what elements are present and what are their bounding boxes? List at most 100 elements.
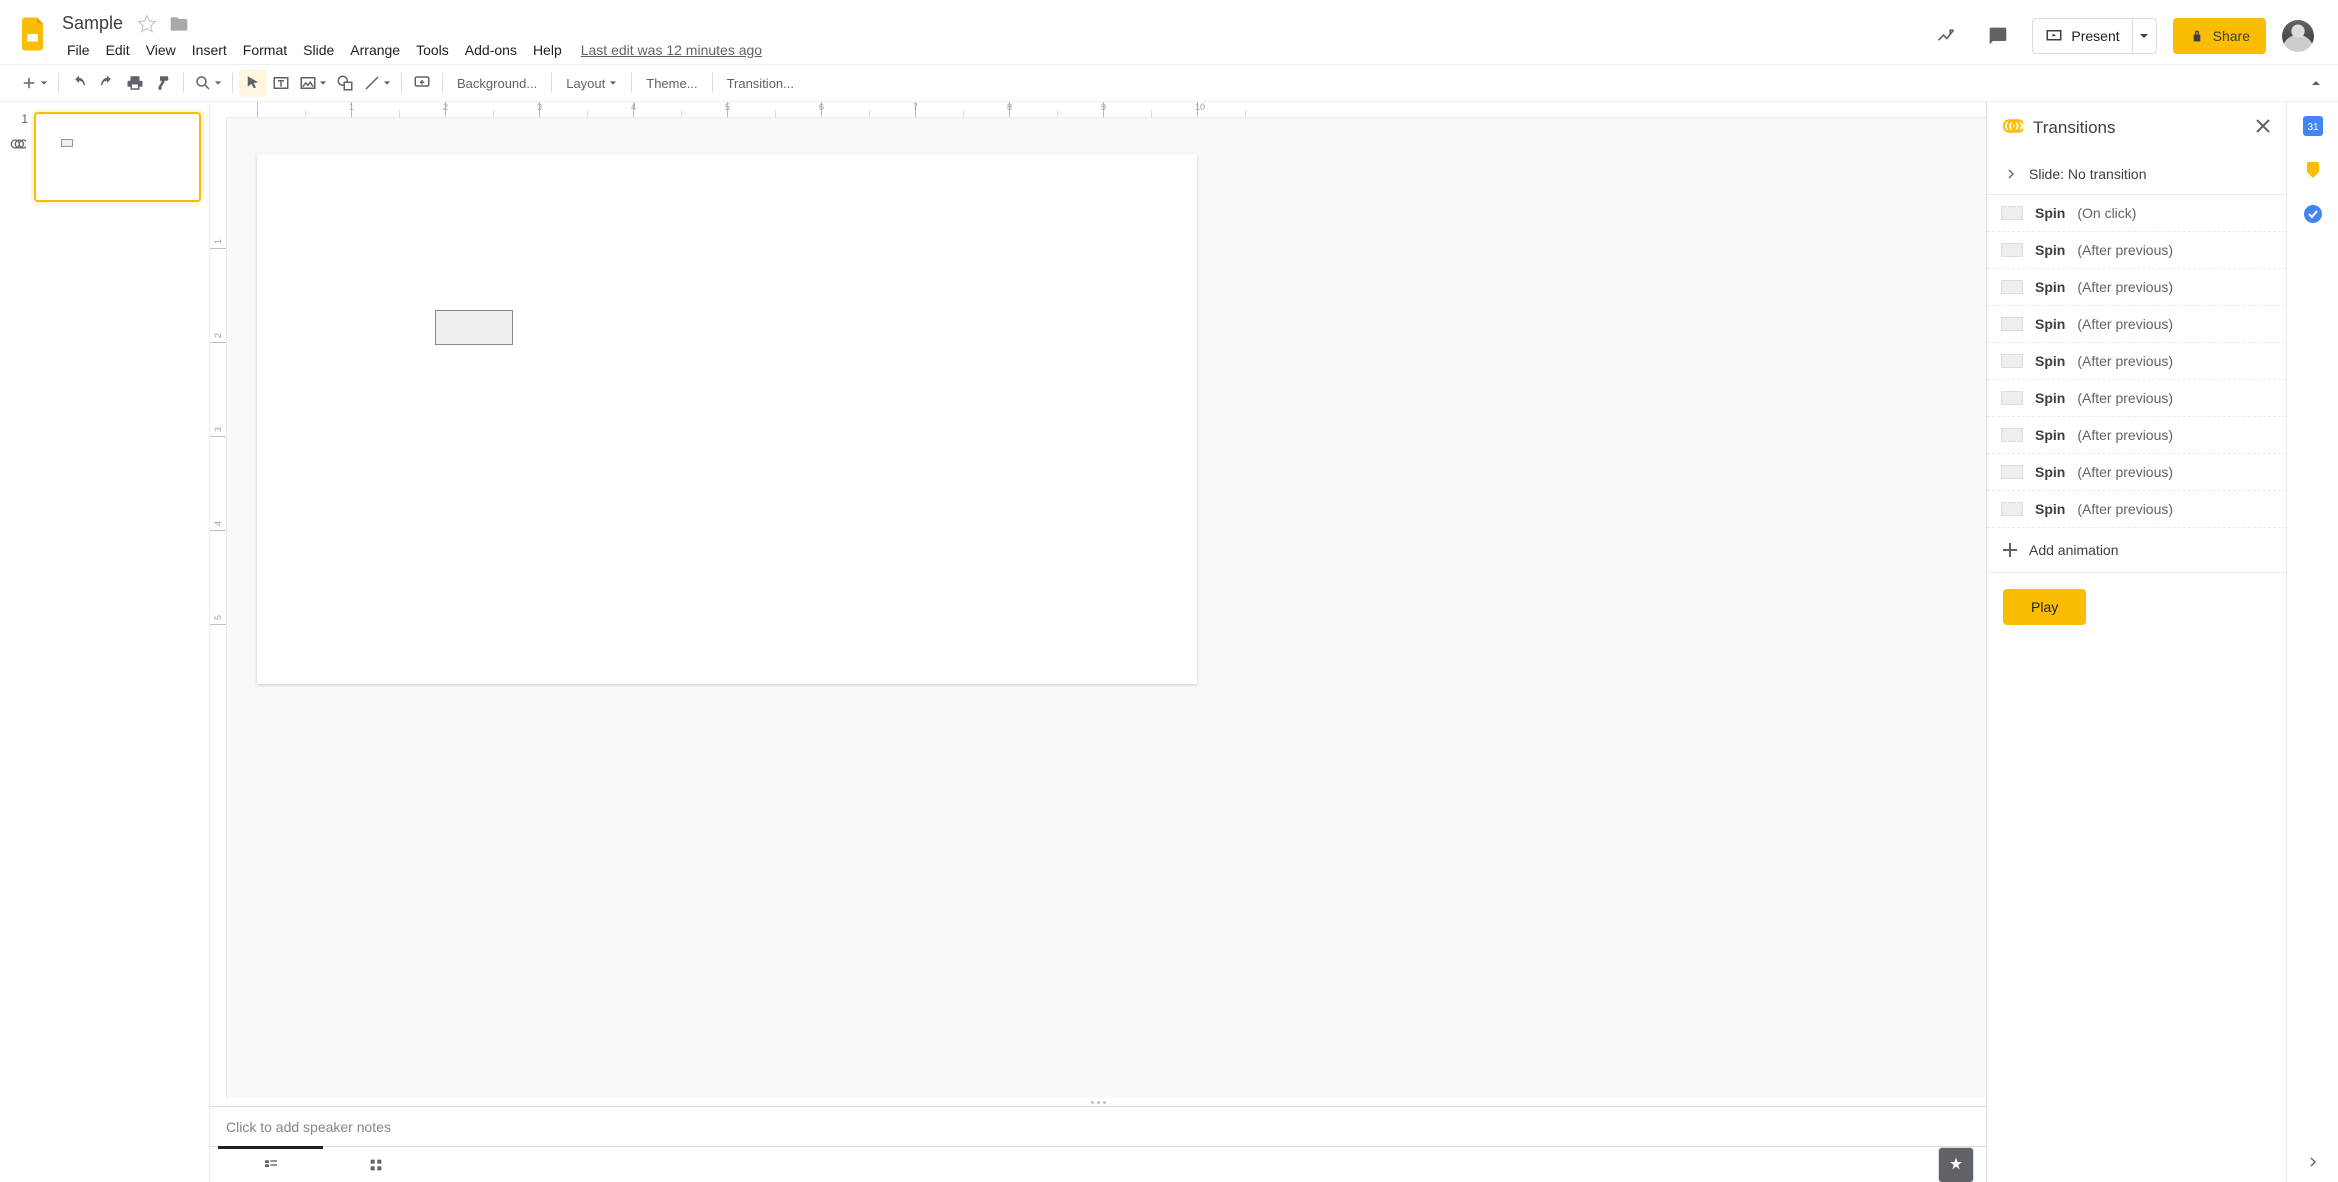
- speaker-notes-input[interactable]: Click to add speaker notes: [210, 1106, 1986, 1146]
- menu-insert[interactable]: Insert: [185, 38, 234, 62]
- keep-addon-icon[interactable]: [2303, 160, 2323, 180]
- animation-swatch-icon: [2001, 502, 2023, 516]
- animation-trigger: (After previous): [2077, 390, 2173, 406]
- menu-add-ons[interactable]: Add-ons: [458, 38, 524, 62]
- move-folder-icon[interactable]: [169, 14, 189, 34]
- animation-name: Spin: [2035, 353, 2065, 369]
- theme-button[interactable]: Theme...: [638, 69, 705, 97]
- animation-indicator-icon: [10, 136, 26, 155]
- add-animation-button[interactable]: Add animation: [1987, 528, 2286, 573]
- present-label: Present: [2071, 28, 2119, 44]
- star-icon[interactable]: [137, 14, 157, 34]
- layout-button[interactable]: Layout: [558, 69, 625, 97]
- horizontal-ruler: 12345678910: [227, 102, 1986, 118]
- menu-arrange[interactable]: Arrange: [343, 38, 407, 62]
- animation-name: Spin: [2035, 242, 2065, 258]
- image-tool[interactable]: [295, 69, 331, 97]
- animation-swatch-icon: [2001, 465, 2023, 479]
- animation-item-1[interactable]: Spin(After previous): [1987, 232, 2286, 269]
- present-button-group: Present: [2032, 18, 2156, 54]
- layout-label: Layout: [566, 76, 605, 91]
- notes-resize-handle[interactable]: [210, 1098, 1986, 1106]
- animation-trigger: (After previous): [2077, 427, 2173, 443]
- tasks-addon-icon[interactable]: [2303, 204, 2323, 224]
- paint-format-button[interactable]: [149, 69, 177, 97]
- animation-name: Spin: [2035, 390, 2065, 406]
- motion-icon: [2003, 116, 2023, 139]
- print-button[interactable]: [121, 69, 149, 97]
- slide-filmstrip: 1: [0, 102, 210, 1182]
- right-side-rail: 31: [2286, 102, 2338, 1182]
- animation-swatch-icon: [2001, 206, 2023, 220]
- add-animation-label: Add animation: [2029, 542, 2119, 558]
- calendar-addon-icon[interactable]: 31: [2303, 116, 2323, 136]
- animation-item-4[interactable]: Spin(After previous): [1987, 343, 2286, 380]
- rectangle-shape[interactable]: [435, 310, 513, 345]
- animation-item-0[interactable]: Spin(On click): [1987, 195, 2286, 232]
- animation-name: Spin: [2035, 279, 2065, 295]
- menu-edit[interactable]: Edit: [99, 38, 137, 62]
- transitions-sidebar: Transitions Slide: No transition Spin(On…: [1986, 102, 2286, 1182]
- animation-swatch-icon: [2001, 391, 2023, 405]
- rail-collapse-button[interactable]: [2287, 1142, 2338, 1182]
- filmstrip-view-tab[interactable]: [218, 1146, 323, 1182]
- vertical-ruler: 12345: [210, 118, 227, 1098]
- animation-name: Spin: [2035, 427, 2065, 443]
- menu-tools[interactable]: Tools: [409, 38, 456, 62]
- animation-item-8[interactable]: Spin(After previous): [1987, 491, 2286, 528]
- share-label: Share: [2213, 28, 2250, 44]
- new-slide-button[interactable]: [16, 69, 52, 97]
- animation-item-7[interactable]: Spin(After previous): [1987, 454, 2286, 491]
- transition-button[interactable]: Transition...: [719, 69, 802, 97]
- svg-text:31: 31: [2307, 122, 2319, 133]
- animation-item-3[interactable]: Spin (After previous): [1987, 306, 2286, 343]
- shape-tool[interactable]: [331, 69, 359, 97]
- textbox-tool[interactable]: [267, 69, 295, 97]
- comments-icon[interactable]: [1980, 18, 2016, 54]
- animation-name: Spin: [2035, 316, 2065, 332]
- slide-transition-row[interactable]: Slide: No transition: [1987, 154, 2286, 195]
- share-button[interactable]: Share: [2173, 18, 2266, 54]
- slide-number: 1: [8, 112, 32, 126]
- present-button[interactable]: Present: [2033, 19, 2131, 53]
- explore-button[interactable]: [1938, 1147, 1974, 1182]
- slide-transition-label: Slide: No transition: [2029, 166, 2147, 182]
- present-dropdown[interactable]: [2132, 19, 2156, 53]
- animation-name: Spin: [2035, 464, 2065, 480]
- animation-swatch-icon: [2001, 280, 2023, 294]
- toolbar: Background... Layout Theme... Transition…: [0, 64, 2338, 102]
- grid-view-tab[interactable]: [323, 1147, 428, 1182]
- animation-swatch-icon: [2001, 243, 2023, 257]
- app-logo-icon[interactable]: [16, 16, 56, 56]
- menu-view[interactable]: View: [139, 38, 183, 62]
- line-tool[interactable]: [359, 69, 395, 97]
- redo-button[interactable]: [93, 69, 121, 97]
- menu-slide[interactable]: Slide: [296, 38, 341, 62]
- last-edit-link[interactable]: Last edit was 12 minutes ago: [581, 42, 762, 58]
- slide-canvas[interactable]: [257, 154, 1197, 684]
- animation-trigger: (After previous): [2077, 316, 2173, 332]
- activity-icon[interactable]: [1928, 18, 1964, 54]
- animation-item-2[interactable]: Spin(After previous): [1987, 269, 2286, 306]
- play-button[interactable]: Play: [2003, 589, 2086, 625]
- account-avatar[interactable]: [2282, 20, 2314, 52]
- comment-tool[interactable]: [408, 69, 436, 97]
- document-title[interactable]: Sample: [60, 13, 125, 34]
- animation-swatch-icon: [2001, 317, 2023, 331]
- collapse-toolbar-button[interactable]: [2302, 69, 2330, 97]
- animation-item-5[interactable]: Spin (After previous): [1987, 380, 2286, 417]
- background-button[interactable]: Background...: [449, 69, 545, 97]
- animation-name: Spin: [2035, 205, 2065, 221]
- menu-help[interactable]: Help: [526, 38, 569, 62]
- select-tool[interactable]: [239, 69, 267, 97]
- zoom-button[interactable]: [190, 69, 226, 97]
- menu-file[interactable]: File: [60, 38, 97, 62]
- menu-format[interactable]: Format: [236, 38, 294, 62]
- close-sidebar-button[interactable]: [2256, 119, 2270, 136]
- slide-thumbnail-1[interactable]: [34, 112, 201, 202]
- animation-item-6[interactable]: Spin (After previous): [1987, 417, 2286, 454]
- undo-button[interactable]: [65, 69, 93, 97]
- animation-swatch-icon: [2001, 428, 2023, 442]
- slide-canvas-stage[interactable]: [227, 118, 1986, 1098]
- sidebar-title: Transitions: [2033, 118, 2246, 138]
